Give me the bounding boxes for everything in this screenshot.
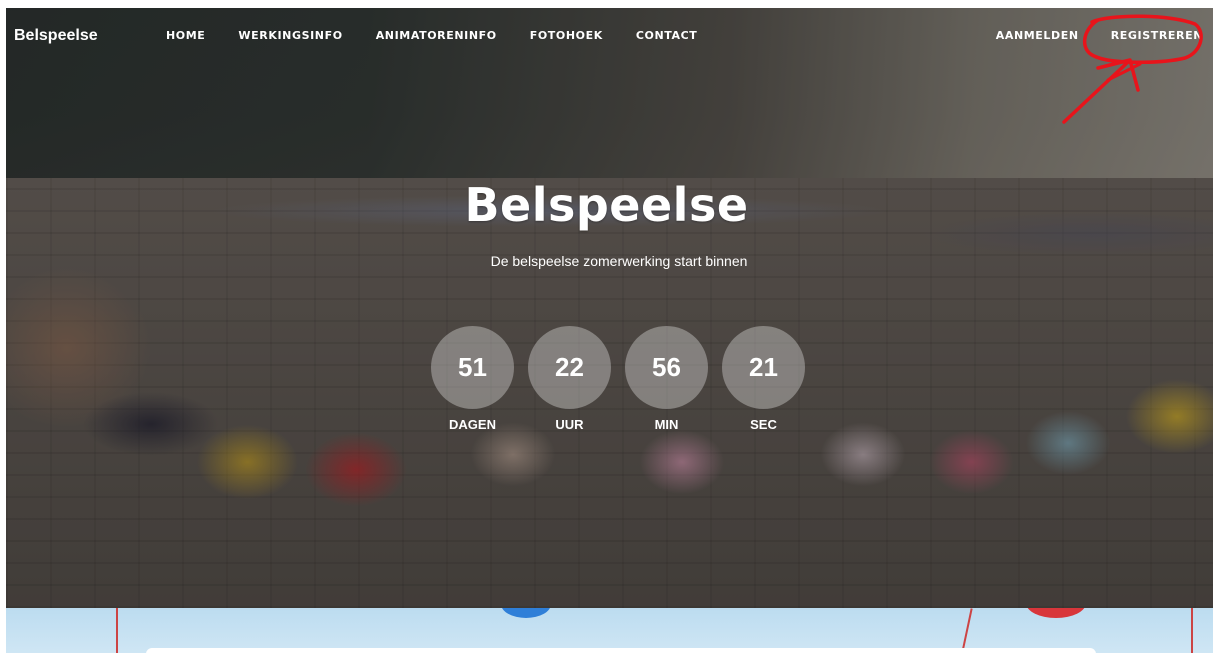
nav-links: HOME WERKINGSINFO ANIMATORENINFO FOTOHOE…	[166, 29, 730, 42]
countdown-days-label: DAGEN	[449, 417, 496, 432]
nav-account-links: AANMELDEN REGISTREREN	[964, 29, 1203, 42]
countdown-minutes-label: MIN	[654, 417, 679, 432]
countdown-seconds-label: SEC	[750, 417, 777, 432]
hero-overlay	[6, 8, 1213, 608]
countdown-minutes: 56 MIN	[625, 326, 708, 432]
brand-logo-link[interactable]: Belspeelse	[14, 27, 98, 45]
countdown-days: 51 DAGEN	[431, 326, 514, 432]
countdown-seconds-value: 21	[722, 326, 805, 409]
nav-link-fotohoek[interactable]: FOTOHOEK	[530, 29, 603, 42]
countdown-minutes-value: 56	[625, 326, 708, 409]
countdown-hours-value: 22	[528, 326, 611, 409]
hero-title: Belspeelse	[464, 178, 749, 232]
red-balloon-icon	[1026, 608, 1086, 618]
blue-balloon-icon	[501, 608, 551, 618]
countdown-days-value: 51	[431, 326, 514, 409]
top-navbar: Belspeelse HOME WERKINGSINFO ANIMATORENI…	[6, 8, 1213, 64]
content-card	[146, 648, 1096, 653]
hero-subtitle: De belspeelse zomerwerking start binnen	[490, 253, 748, 269]
next-section-preview	[6, 608, 1213, 653]
countdown-timer: 51 DAGEN 22 UUR 56 MIN 21 SEC	[431, 326, 819, 432]
balloon-string-icon	[1191, 608, 1193, 653]
countdown-seconds: 21 SEC	[722, 326, 805, 432]
nav-link-werkingsinfo[interactable]: WERKINGSINFO	[238, 29, 342, 42]
countdown-hours-label: UUR	[555, 417, 584, 432]
nav-link-home[interactable]: HOME	[166, 29, 205, 42]
nav-link-animatoreninfo[interactable]: ANIMATORENINFO	[376, 29, 497, 42]
balloon-string-icon	[116, 608, 118, 653]
nav-link-aanmelden[interactable]: AANMELDEN	[996, 29, 1079, 42]
hero-background	[6, 8, 1213, 608]
balloon-string-icon	[961, 608, 973, 653]
nav-link-contact[interactable]: CONTACT	[636, 29, 698, 42]
countdown-hours: 22 UUR	[528, 326, 611, 432]
nav-link-registreren[interactable]: REGISTREREN	[1111, 29, 1203, 42]
